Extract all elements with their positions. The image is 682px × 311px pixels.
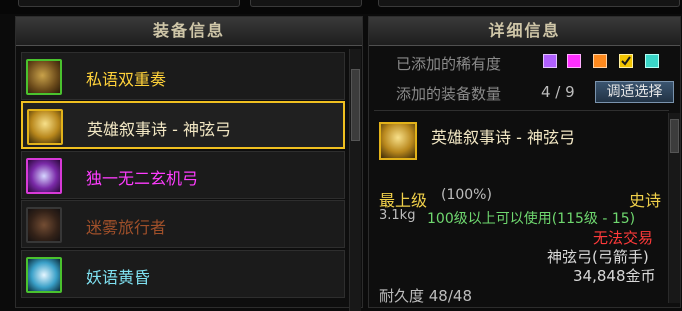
equipment-name: 独一无二玄机弓	[86, 169, 199, 188]
equipment-list-item[interactable]: 独一无二玄机弓	[21, 151, 345, 199]
equipment-count-value: 4 / 9	[541, 83, 575, 101]
detail-info-panel: 详细信息 已添加的稀有度 添加的装备数量 4 / 9 调适选择 英雄叙事诗 - …	[368, 16, 681, 308]
equipment-list-item[interactable]: 迷雾旅行者	[21, 200, 345, 248]
equipment-list-item[interactable]: 妖语黄昏	[21, 250, 345, 298]
golden-bow-icon	[379, 122, 417, 160]
teal-bow-icon	[26, 257, 62, 293]
serpent-creature-icon	[26, 59, 62, 95]
rarity-swatch-teal[interactable]	[645, 54, 659, 68]
durability: 耐久度 48/48	[379, 287, 472, 305]
scrollbar-thumb[interactable]	[670, 119, 679, 153]
detail-scrollbar[interactable]	[668, 113, 680, 303]
magenta-bow-icon	[26, 158, 62, 194]
rarity-swatch-orange[interactable]	[593, 54, 607, 68]
equipment-name: 私语双重奏	[86, 70, 167, 89]
golden-bow-icon	[27, 109, 63, 145]
equipment-name: 妖语黄昏	[86, 268, 151, 287]
equipment-info-title: 装备信息	[16, 17, 362, 46]
scrollbar-thumb[interactable]	[351, 69, 360, 141]
top-tab-middle	[250, 0, 362, 7]
equipment-list-scrollbar[interactable]	[349, 49, 361, 311]
check-icon	[621, 56, 631, 66]
level-requirement: 100级以上可以使用(115级 - 15)	[427, 211, 636, 227]
rarity-label: 已添加的稀有度	[396, 55, 502, 73]
adjust-selection-button[interactable]: 调适选择	[595, 81, 674, 103]
item-price: 34,848金币	[573, 267, 656, 285]
rarity-swatch-purple[interactable]	[543, 54, 557, 68]
misty-bow-icon	[26, 207, 62, 243]
top-bar	[0, 0, 682, 14]
rarity-swatch-pink[interactable]	[567, 54, 581, 68]
rarity-swatch-yellow-checked[interactable]	[619, 54, 633, 68]
item-type: 神弦弓(弓箭手)	[547, 248, 649, 266]
equipment-list-item[interactable]: 私语双重奏	[21, 52, 345, 100]
detail-item-name: 英雄叙事诗 - 神弦弓	[431, 128, 575, 147]
trade-status: 无法交易	[593, 229, 654, 247]
equipment-count-label: 添加的装备数量	[396, 85, 502, 103]
item-weight: 3.1kg	[379, 208, 416, 223]
detail-info-title: 详细信息	[369, 17, 680, 46]
equipment-info-panel: 装备信息 私语双重奏 英雄叙事诗 - 神弦弓 独一无二玄机弓 迷雾旅行者 妖语黄…	[15, 16, 363, 311]
equipment-list-item-selected[interactable]: 英雄叙事诗 - 神弦弓	[21, 101, 345, 149]
top-tab-left	[18, 0, 240, 7]
top-tab-right	[378, 0, 680, 7]
item-grade-percent: (100%)	[441, 187, 492, 203]
divider	[374, 110, 669, 111]
equipment-name: 英雄叙事诗 - 神弦弓	[87, 120, 231, 139]
equipment-name: 迷雾旅行者	[86, 218, 167, 237]
